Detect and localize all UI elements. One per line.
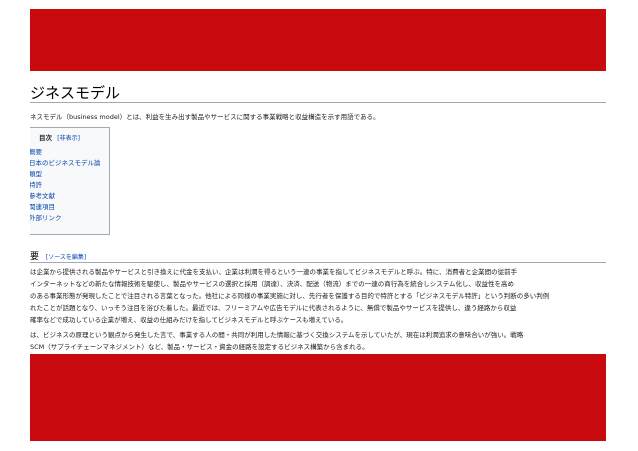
- toc-heading-label: 目次: [39, 134, 52, 142]
- section-paragraph-1: は企業から提供される製品やサービスと引き換えに代金を支払い、企業は利潤を得るとい…: [30, 266, 606, 326]
- page-title: ジネスモデル: [30, 84, 121, 102]
- article-content: ジネスモデル ネスモデル（business model）とは、利益を生み出す製品…: [30, 71, 606, 354]
- paragraph-line: SCM（サプライチェーンマネジメント）など、製品・サービス・資金の経路を設定する…: [30, 343, 369, 351]
- paragraph-line: のある事業形態が発現したことで注目される言葉となった。他社による同様の事業実施に…: [30, 292, 550, 300]
- toc-toggle-link[interactable]: [非表示]: [57, 135, 80, 142]
- toc-item-japan[interactable]: 日本のビジネスモデル論: [30, 158, 109, 169]
- paragraph-line: インターネットなどの新たな情報技術を駆使し、製品やサービスの選択と採用（調達）、…: [30, 280, 515, 288]
- paragraph-line: は企業から提供される製品やサービスと引き換えに代金を支払い、企業は利潤を得るとい…: [30, 268, 518, 276]
- edit-source-link[interactable]: [ソースを編集]: [46, 254, 86, 261]
- paragraph-line: れたことが話題となり、いっそう注目を浴びた着した。最近では、フリーミアムや広告モ…: [30, 304, 517, 312]
- top-red-banner: [30, 9, 606, 71]
- section-paragraph-2: は、ビジネスの原理という観点から発生した言で、事業する人の間・共同が利用した情報…: [30, 329, 606, 353]
- toc-item-overview[interactable]: 概要: [30, 147, 109, 158]
- section-heading-label: 要: [30, 252, 40, 262]
- toc-list: 概要 日本のビジネスモデル論 類型 特許 参考文献 関連項目 外部リンク: [30, 147, 109, 224]
- section-divider: [30, 262, 606, 263]
- toc-item-types[interactable]: 類型: [30, 169, 109, 180]
- lead-paragraph: ネスモデル（business model）とは、利益を生み出す製品やサービスに関…: [30, 113, 380, 121]
- table-of-contents: 目次 [非表示] 概要 日本のビジネスモデル論 類型 特許 参考文献 関連項目 …: [30, 127, 110, 235]
- toc-item-patents[interactable]: 特許: [30, 180, 109, 191]
- toc-item-references[interactable]: 参考文献: [30, 191, 109, 202]
- paragraph-line: 確率などで成功している企業が増え、収益の仕組みだけを指してビジネスモデルと呼ぶケ…: [30, 316, 348, 324]
- screenshot-frame: ジネスモデル ネスモデル（business model）とは、利益を生み出す製品…: [30, 9, 606, 441]
- bottom-red-banner: [30, 354, 606, 441]
- title-divider: [30, 102, 606, 103]
- toc-heading: 目次 [非表示]: [39, 132, 80, 142]
- toc-item-related[interactable]: 関連項目: [30, 202, 109, 213]
- section-heading: 要 [ソースを編集]: [30, 249, 86, 262]
- paragraph-line: は、ビジネスの原理という観点から発生した言で、事業する人の間・共同が利用した情報…: [30, 331, 524, 339]
- toc-item-external-links[interactable]: 外部リンク: [30, 213, 109, 224]
